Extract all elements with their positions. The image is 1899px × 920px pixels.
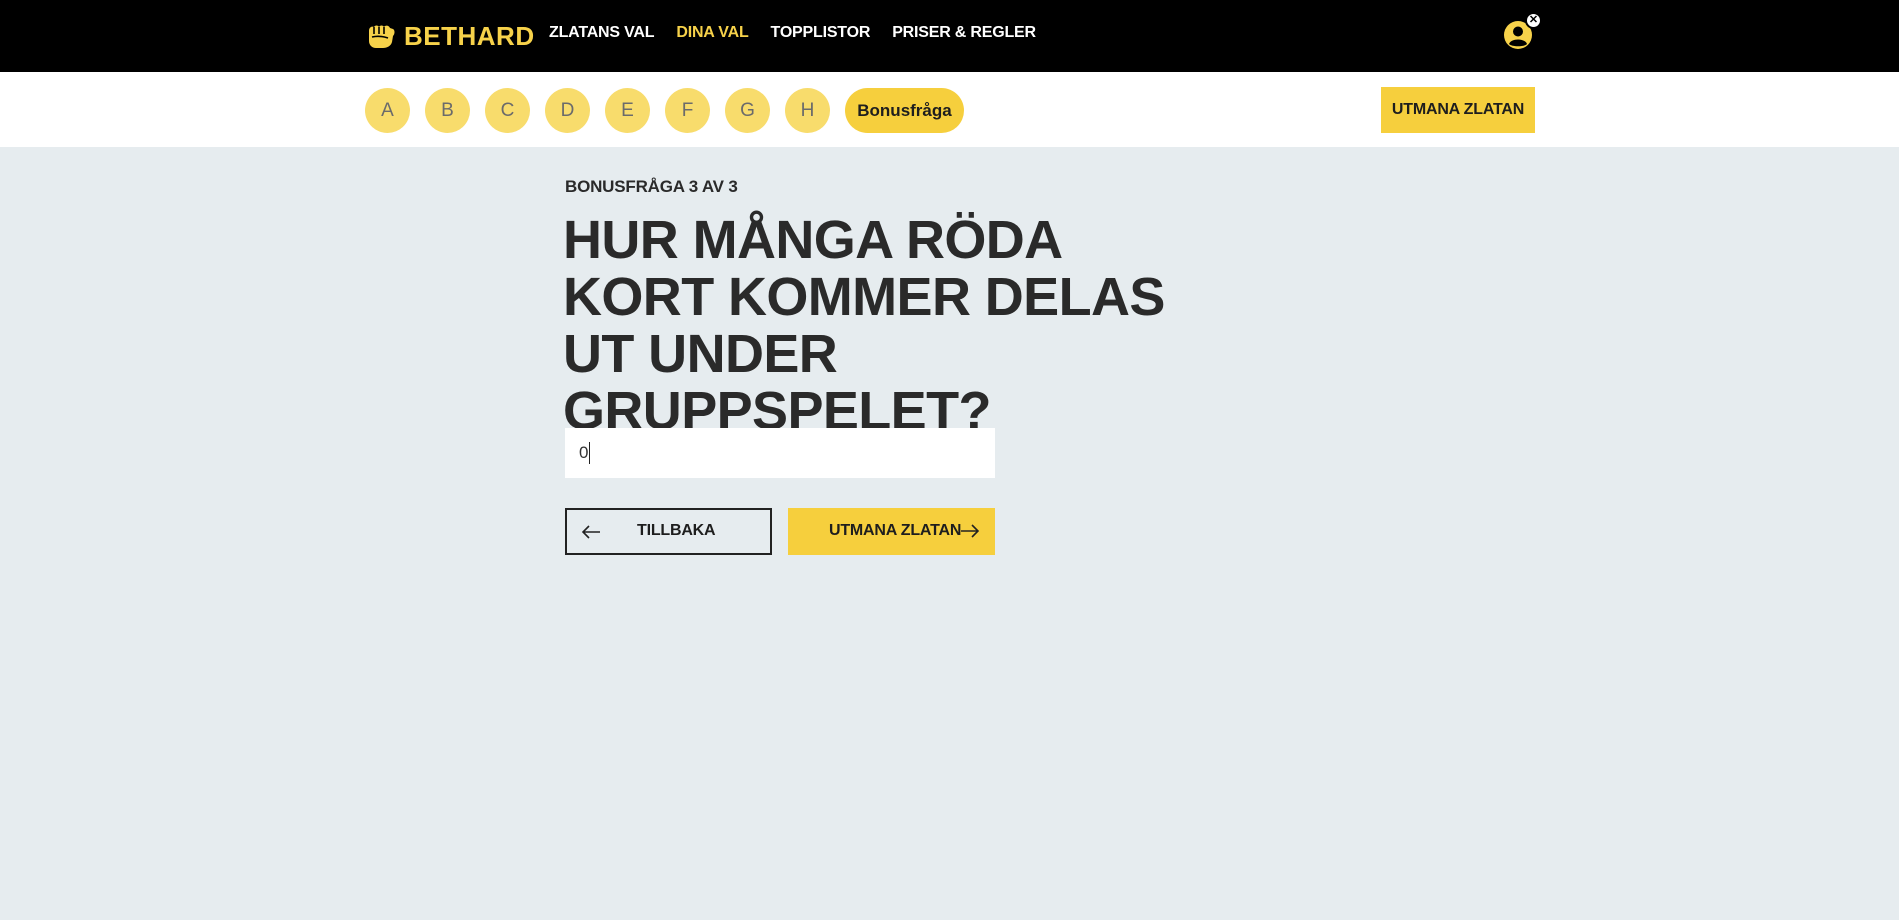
nav-item-priser-regler[interactable]: PRISER & REGLER [892, 24, 1036, 42]
back-button[interactable]: TILLBAKA [565, 508, 772, 555]
top-navigation-bar: BETHARD ZLATANS VAL DINA VAL TOPPLISTOR … [0, 0, 1899, 72]
group-button-a[interactable]: A [365, 88, 410, 133]
challenge-zlatan-header-button[interactable]: UTMANA ZLATAN [1381, 87, 1535, 133]
question-counter: BONUSFRÅGA 3 AV 3 [565, 177, 738, 196]
main-nav: ZLATANS VAL DINA VAL TOPPLISTOR PRISER &… [549, 24, 1036, 42]
text-caret [589, 442, 590, 464]
brand-name: BETHARD [404, 20, 535, 51]
group-button-f[interactable]: F [665, 88, 710, 133]
bonus-question-button[interactable]: Bonusfråga [845, 88, 964, 133]
question-title: HUR MÅNGA RÖDA KORT KOMMER DELAS UT UNDE… [563, 210, 1165, 441]
user-menu[interactable]: ✕ [1503, 12, 1542, 50]
back-button-label: TILLBAKA [637, 522, 716, 539]
fist-icon [369, 25, 395, 48]
group-button-h[interactable]: H [785, 88, 830, 133]
group-list: A B C D E F G H [365, 88, 830, 133]
nav-item-zlatans-val[interactable]: ZLATANS VAL [549, 24, 655, 42]
nav-item-topplistor[interactable]: TOPPLISTOR [771, 24, 871, 42]
arrow-left-icon [581, 525, 600, 539]
group-button-c[interactable]: C [485, 88, 530, 133]
challenge-zlatan-button[interactable]: UTMANA ZLATAN [788, 508, 995, 555]
answer-input[interactable] [565, 428, 995, 478]
close-icon[interactable]: ✕ [1525, 12, 1542, 29]
group-button-e[interactable]: E [605, 88, 650, 133]
challenge-zlatan-button-label: UTMANA ZLATAN [829, 522, 962, 539]
group-button-d[interactable]: D [545, 88, 590, 133]
group-button-g[interactable]: G [725, 88, 770, 133]
nav-item-dina-val[interactable]: DINA VAL [676, 24, 748, 42]
arrow-right-icon [961, 524, 980, 538]
group-selector-bar: A B C D E F G H Bonusfråga UTMANA ZLATAN [0, 72, 1899, 147]
bethard-logo[interactable]: BETHARD [366, 19, 535, 53]
group-button-b[interactable]: B [425, 88, 470, 133]
